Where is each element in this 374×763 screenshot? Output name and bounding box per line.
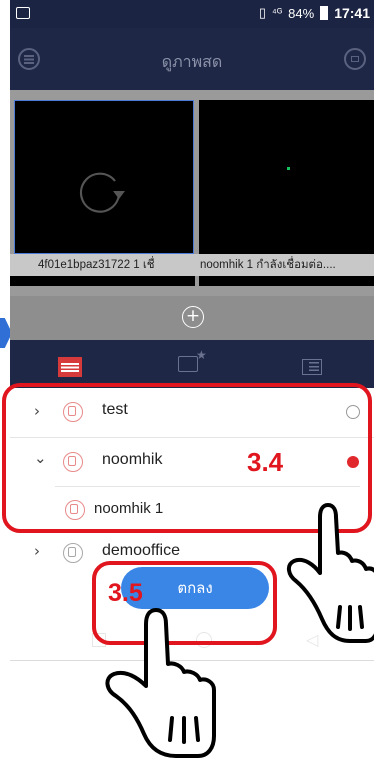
signal-icon: ⁴ᴳ [271,7,283,19]
pointing-hand-icon [105,608,216,758]
pointing-hand-icon [287,503,374,643]
grid-list-icon [302,359,322,375]
battery-icon [320,6,329,20]
clock: 17:41 [334,5,370,21]
vibrate-icon: ▯ [258,5,266,20]
device-name: demooffice [102,542,180,559]
video-tile-1[interactable] [14,100,194,254]
add-view-button[interactable]: + [182,306,204,328]
tab-multi-view[interactable] [252,340,373,388]
chevron-right-icon[interactable]: › [34,542,40,560]
star-icon: ★ [196,348,207,362]
tile-1-label: 4f01e1bpaz31722 1 เชื่ [38,259,155,271]
video-tile-2[interactable] [199,100,374,254]
device-list-icon [58,357,82,377]
tab-bar: ★ [10,340,374,388]
add-view-bar: + [10,296,374,340]
status-right: ▯ ⁴ᴳ 84% 17:41 [259,5,370,21]
camera-icon [351,56,359,62]
reload-icon [79,172,125,213]
video-tiles-row-2 [10,276,374,286]
tile-2-label: noomhik 1 กำลังเชื่อมต่อ.... [200,259,336,271]
status-bar: ▯ ⁴ᴳ 84% 17:41 [10,0,374,28]
live-view-area: 4f01e1bpaz31722 1 เชื่ noomhik 1 กำลังเช… [10,90,374,296]
battery-percent: 84% [288,5,315,21]
camera-button[interactable] [344,48,366,70]
favorites-icon [178,356,198,372]
app-header: ดูภาพสด [10,28,374,90]
tile-label-bar: 4f01e1bpaz31722 1 เชื่ noomhik 1 กำลังเช… [10,254,374,276]
image-notification-icon [16,7,30,19]
tab-favorites[interactable]: ★ [131,340,252,388]
tab-device-list[interactable] [10,340,131,388]
annotation-label-step-3-4: 3.4 [247,447,284,477]
page-title: ดูภาพสด [161,52,223,71]
device-icon [63,543,83,563]
connecting-indicator [287,167,290,170]
